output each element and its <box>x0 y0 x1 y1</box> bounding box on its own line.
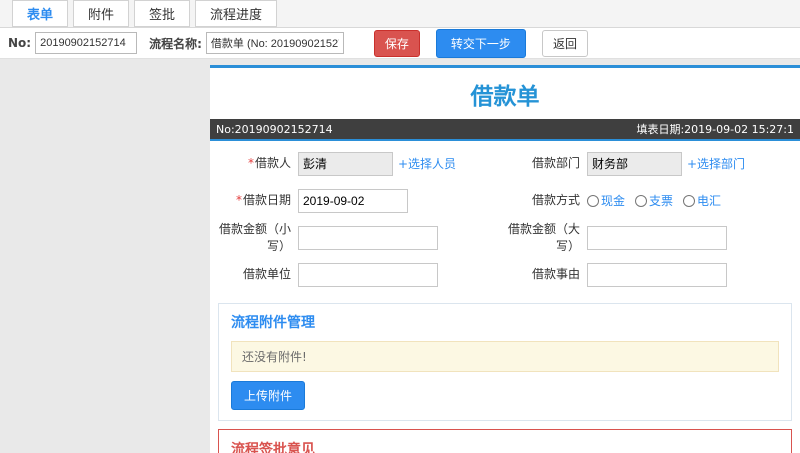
amount-lowercase-input[interactable] <box>298 225 438 250</box>
loan-method-options: 现金 支票 电汇 <box>587 192 731 209</box>
loan-date-input[interactable] <box>298 188 408 213</box>
doc-header-bar: No:20190902152714 填表日期:2019-09-02 15:27:… <box>210 119 800 139</box>
save-button[interactable]: 保存 <box>373 29 420 57</box>
required-asterisk: * <box>247 156 254 171</box>
no-label: No: <box>8 36 32 50</box>
tab-approval[interactable]: 签批 <box>134 0 191 27</box>
field-department: 借款部门 +选择部门 <box>505 145 794 182</box>
field-amount-lowercase: 借款金额（小写） <box>216 219 505 256</box>
top-tab-bar: 表单 附件 签批 流程进度 <box>0 0 800 28</box>
process-name-input[interactable] <box>205 32 344 54</box>
loan-unit-label: 借款单位 <box>242 267 291 282</box>
action-toolbar: No: 流程名称: 保存 转交下一步 返回 <box>0 28 800 59</box>
select-department-link[interactable]: +选择部门 <box>687 155 745 172</box>
amount-uppercase-input[interactable] <box>587 225 727 250</box>
required-asterisk: * <box>235 193 242 208</box>
no-input[interactable] <box>35 32 138 54</box>
field-loan-unit: 借款单位 <box>216 256 505 293</box>
loan-reason-label: 借款事由 <box>531 267 580 282</box>
loan-date-label: *借款日期 <box>235 193 291 208</box>
loan-unit-input[interactable] <box>298 262 438 287</box>
select-person-link[interactable]: +选择人员 <box>398 155 456 172</box>
loan-method-label: 借款方式 <box>531 193 580 208</box>
loan-form-panel: 借款单 No:20190902152714 填表日期:2019-09-02 15… <box>210 65 800 453</box>
department-label: 借款部门 <box>531 156 580 171</box>
loan-reason-input[interactable] <box>587 262 727 287</box>
radio-cash[interactable]: 现金 <box>587 192 625 209</box>
no-attachment-alert: 还没有附件! <box>231 341 779 372</box>
tab-attachment[interactable]: 附件 <box>73 0 130 27</box>
doc-fill-date: 填表日期:2019-09-02 15:27:1 <box>636 123 794 136</box>
radio-check[interactable]: 支票 <box>635 192 673 209</box>
approval-section: 流程签批意见 B I abc A ⚓ ⚑ 1≡ •≡ ⇤ ⇥ <box>218 429 792 453</box>
process-name-label: 流程名称: <box>149 36 202 51</box>
attachment-section: 流程附件管理 还没有附件! 上传附件 <box>218 303 792 421</box>
approval-heading: 流程签批意见 <box>231 442 315 453</box>
field-borrower: *借款人 +选择人员 <box>216 145 505 182</box>
attachment-heading: 流程附件管理 <box>231 315 315 331</box>
radio-wire-input[interactable] <box>683 194 696 207</box>
amount-lowercase-label: 借款金额（小写） <box>218 222 291 253</box>
borrower-label: *借款人 <box>247 156 291 171</box>
amount-uppercase-label: 借款金额（大写） <box>507 222 580 253</box>
doc-number: No:20190902152714 <box>216 122 333 136</box>
field-loan-method: 借款方式 现金 支票 电汇 <box>505 182 794 219</box>
content-area: 借款单 No:20190902152714 填表日期:2019-09-02 15… <box>0 59 800 453</box>
tab-progress[interactable]: 流程进度 <box>195 0 278 27</box>
radio-cash-input[interactable] <box>587 194 599 207</box>
field-amount-uppercase: 借款金额（大写） <box>505 219 794 256</box>
tab-form[interactable]: 表单 <box>12 0 69 27</box>
radio-wire[interactable]: 电汇 <box>683 192 721 209</box>
field-loan-date: *借款日期 <box>216 182 505 219</box>
page-title: 借款单 <box>470 84 540 110</box>
field-loan-reason: 借款事由 <box>505 256 794 293</box>
upload-attachment-button[interactable]: 上传附件 <box>231 381 306 410</box>
department-input <box>587 151 682 176</box>
radio-check-input[interactable] <box>635 194 648 207</box>
borrower-input <box>298 151 393 176</box>
next-step-button[interactable]: 转交下一步 <box>435 28 526 58</box>
loan-form-grid: *借款人 +选择人员 借款部门 +选择部门 *借款日期 借款方式 现金 <box>210 141 800 295</box>
back-button[interactable]: 返回 <box>541 29 588 57</box>
